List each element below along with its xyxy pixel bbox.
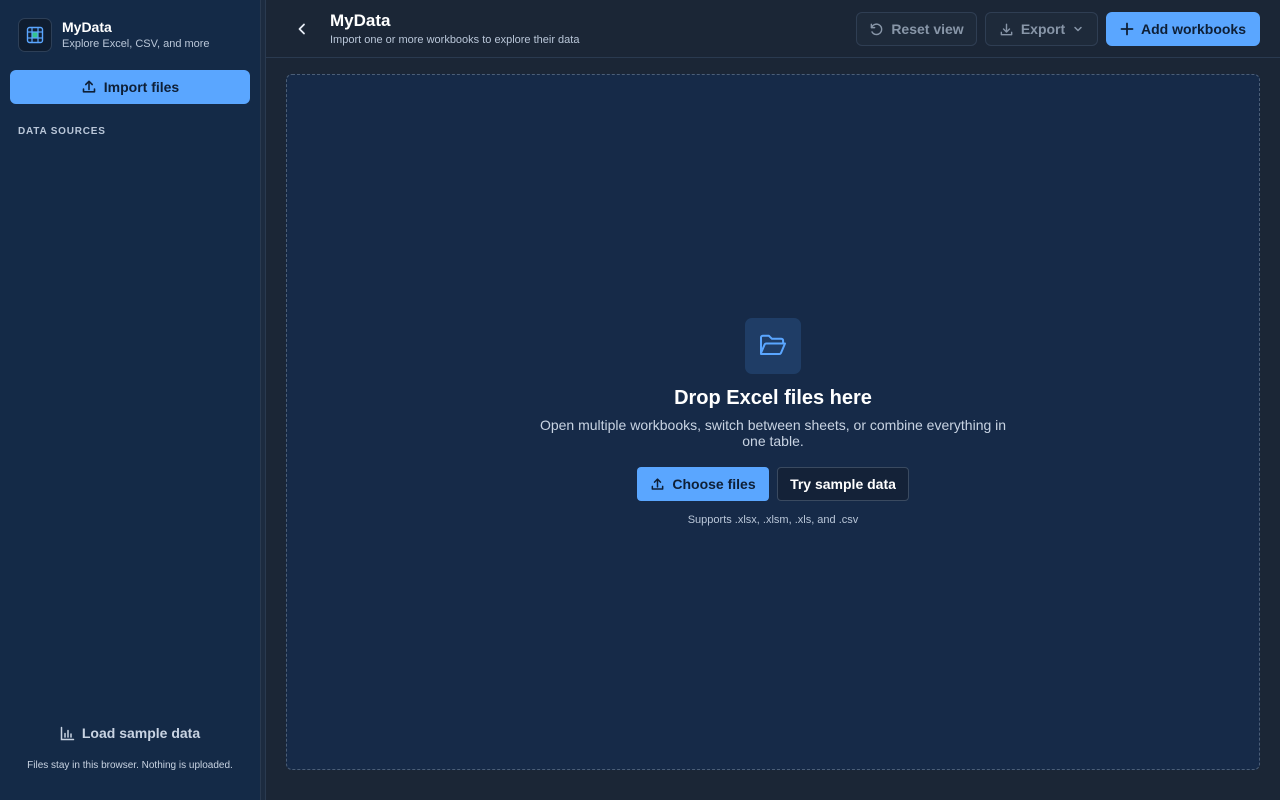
- chevron-left-icon: [298, 23, 305, 35]
- file-drop-zone[interactable]: Drop Excel files here Open multiple work…: [286, 74, 1260, 770]
- reset-view-button[interactable]: Reset view: [856, 12, 977, 46]
- spreadsheet-grid-icon: [18, 18, 52, 52]
- page-title: MyData: [330, 11, 391, 30]
- export-label: Export: [1020, 21, 1066, 37]
- top-bar: MyData Import one or more workbooks to e…: [266, 0, 1280, 58]
- export-button[interactable]: Export: [985, 12, 1098, 46]
- app-subtitle: Explore Excel, CSV, and more: [62, 38, 210, 50]
- rotate-ccw-icon: [870, 23, 883, 35]
- plus-icon: [1120, 22, 1134, 36]
- supported-formats-note: Supports .xlsx, .xlsm, .xls, and .csv: [687, 514, 859, 526]
- upload-icon: [82, 80, 96, 93]
- data-sources-heading: DATA SOURCES: [18, 126, 106, 137]
- sidebar-resize-handle[interactable]: [260, 0, 266, 800]
- add-workbooks-label: Add workbooks: [1140, 21, 1246, 37]
- choose-files-button[interactable]: Choose files: [637, 467, 769, 501]
- drop-title: Drop Excel files here: [674, 387, 872, 409]
- import-files-button[interactable]: Import files: [10, 70, 250, 104]
- try-sample-data-label: Try sample data: [790, 476, 896, 492]
- load-sample-data-button[interactable]: Load sample data: [0, 722, 260, 744]
- download-icon: [1000, 23, 1013, 35]
- page-subtitle: Import one or more workbooks to explore …: [330, 34, 580, 46]
- reset-view-label: Reset view: [891, 21, 964, 37]
- back-button[interactable]: [290, 17, 314, 41]
- try-sample-data-button[interactable]: Try sample data: [777, 467, 909, 501]
- upload-icon: [651, 477, 664, 490]
- choose-files-label: Choose files: [672, 476, 756, 492]
- privacy-note: Files stay in this browser. Nothing is u…: [27, 760, 233, 771]
- app-title: MyData: [62, 19, 112, 35]
- add-workbooks-button[interactable]: Add workbooks: [1106, 12, 1260, 46]
- drop-description: Open multiple workbooks, switch between …: [539, 417, 1007, 449]
- import-files-label: Import files: [103, 79, 180, 95]
- load-sample-data-label: Load sample data: [81, 725, 201, 741]
- sidebar: MyData Explore Excel, CSV, and more Impo…: [0, 0, 260, 800]
- folder-open-icon: [745, 318, 801, 374]
- bar-chart-icon: [60, 726, 75, 740]
- brand: MyData Explore Excel, CSV, and more: [18, 18, 210, 52]
- chevron-down-icon: [1074, 26, 1082, 32]
